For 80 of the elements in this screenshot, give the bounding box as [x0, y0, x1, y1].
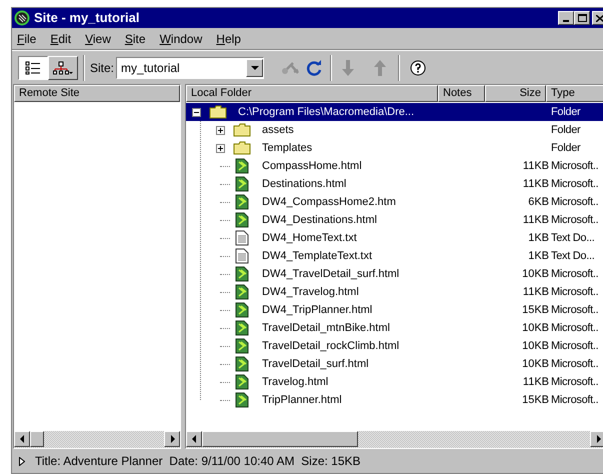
file-name: TravelDetail_mtnBike.html	[262, 320, 390, 336]
menu-item[interactable]: Edit	[50, 30, 72, 48]
file-row[interactable]: TravelDetail_surf.html 10KB Microsoft..	[186, 355, 603, 373]
file-name: assets	[262, 122, 294, 138]
file-row[interactable]: DW4_TripPlanner.html 15KB Microsoft..	[186, 301, 603, 319]
file-name: DW4_Destinations.html	[262, 212, 377, 228]
file-row[interactable]: TravelDetail_rockClimb.html 10KB Microsoft..	[186, 337, 603, 355]
file-type: Microsoft..	[551, 374, 598, 390]
file-size: 10KB	[522, 266, 549, 282]
file-row[interactable]: Travelog.html 11KB Microsoft..	[186, 373, 603, 391]
file-name: DW4_TemplateText.txt	[262, 248, 372, 264]
file-name: DW4_HomeText.txt	[262, 230, 357, 246]
file-type: Microsoft..	[551, 212, 598, 228]
menu-item[interactable]: File	[17, 30, 36, 48]
file-size: 15KB	[522, 302, 549, 318]
file-name: CompassHome.html	[262, 158, 362, 174]
file-size: 6KB	[528, 194, 549, 210]
file-row[interactable]: TravelDetail_mtnBike.html 10KB Microsoft..	[186, 319, 603, 337]
file-size: 1KB	[528, 248, 549, 264]
file-size: 11KB	[522, 284, 549, 300]
menu-item[interactable]: View	[85, 30, 111, 48]
file-size: 10KB	[522, 338, 549, 354]
file-name: TravelDetail_surf.html	[262, 356, 369, 372]
file-type: Microsoft..	[551, 392, 598, 408]
menu-item[interactable]: Site	[124, 30, 146, 48]
file-type: Microsoft..	[551, 176, 598, 192]
file-row[interactable]: Templates Folder	[186, 139, 603, 157]
file-size: 10KB	[522, 356, 549, 372]
site-label: Site:	[90, 60, 114, 76]
file-size: 11KB	[522, 176, 549, 192]
file-row[interactable]: DW4_TemplateText.txt 1KB Text Do...	[186, 247, 603, 265]
column-header[interactable]: Type	[546, 85, 603, 102]
file-row[interactable]: CompassHome.html 11KB Microsoft..	[186, 157, 603, 175]
menu-item[interactable]: Help	[216, 30, 241, 48]
file-type: Microsoft..	[551, 284, 598, 300]
status-text: Title: Adventure Planner Date: 9/11/00 10:40 AM Size: 15KB	[35, 453, 361, 470]
file-type: Microsoft..	[551, 320, 598, 336]
file-name: TravelDetail_rockClimb.html	[262, 338, 400, 354]
menu-item[interactable]: Window	[160, 30, 202, 48]
file-type: Microsoft..	[551, 158, 598, 174]
file-type: Microsoft..	[551, 266, 598, 282]
file-type: Text Do...	[551, 230, 594, 246]
site-dropdown[interactable]: my_tutorial	[116, 56, 264, 78]
file-name: Destinations.html	[262, 176, 346, 192]
file-size: 11KB	[522, 374, 549, 390]
file-size: 1KB	[528, 230, 549, 246]
file-name: DW4_TripPlanner.html	[262, 302, 372, 318]
file-type: Microsoft..	[551, 302, 598, 318]
file-row[interactable]: DW4_Destinations.html 11KB Microsoft..	[186, 211, 603, 229]
file-row[interactable]: Destinations.html 11KB Microsoft..	[186, 175, 603, 193]
file-name: DW4_TravelDetail_surf.html	[262, 266, 400, 282]
file-row[interactable]: DW4_TravelDetail_surf.html 10KB Microsoft..	[186, 265, 603, 283]
file-size: 10KB	[522, 320, 549, 336]
file-row[interactable]: TripPlanner.html 15KB Microsoft..	[186, 391, 603, 409]
column-header[interactable]: Local Folder	[186, 85, 438, 102]
file-name: DW4_CompassHome2.htm	[262, 194, 396, 210]
file-name: DW4_Travelog.html	[262, 284, 359, 300]
window-title: Site - my_tutorial	[34, 9, 140, 28]
file-type: Text Do...	[551, 248, 594, 264]
file-row[interactable]: DW4_Travelog.html 11KB Microsoft..	[186, 283, 603, 301]
file-name: Templates	[262, 140, 312, 156]
file-row[interactable]: assets Folder	[186, 121, 603, 139]
file-type: Folder	[551, 140, 580, 156]
file-size: 15KB	[522, 392, 549, 408]
file-row[interactable]: C:\Program Files\Macromedia\Dre... Folder	[186, 103, 603, 121]
file-row[interactable]: DW4_HomeText.txt 1KB Text Do...	[186, 229, 603, 247]
file-type: Folder	[551, 122, 580, 138]
file-name: TripPlanner.html	[262, 392, 342, 408]
column-header[interactable]: Notes	[438, 85, 485, 102]
file-type: Microsoft..	[551, 356, 598, 372]
file-size: 11KB	[522, 158, 549, 174]
file-type: Microsoft..	[551, 194, 598, 210]
file-size: 11KB	[522, 212, 549, 228]
file-name: Travelog.html	[262, 374, 328, 390]
column-header[interactable]: Remote Site	[14, 85, 180, 102]
file-type: Folder	[551, 104, 580, 120]
file-name: C:\Program Files\Macromedia\Dre...	[238, 104, 414, 120]
file-type: Microsoft..	[551, 338, 598, 354]
file-row[interactable]: DW4_CompassHome2.htm 6KB Microsoft..	[186, 193, 603, 211]
column-header[interactable]: Size	[485, 85, 546, 102]
